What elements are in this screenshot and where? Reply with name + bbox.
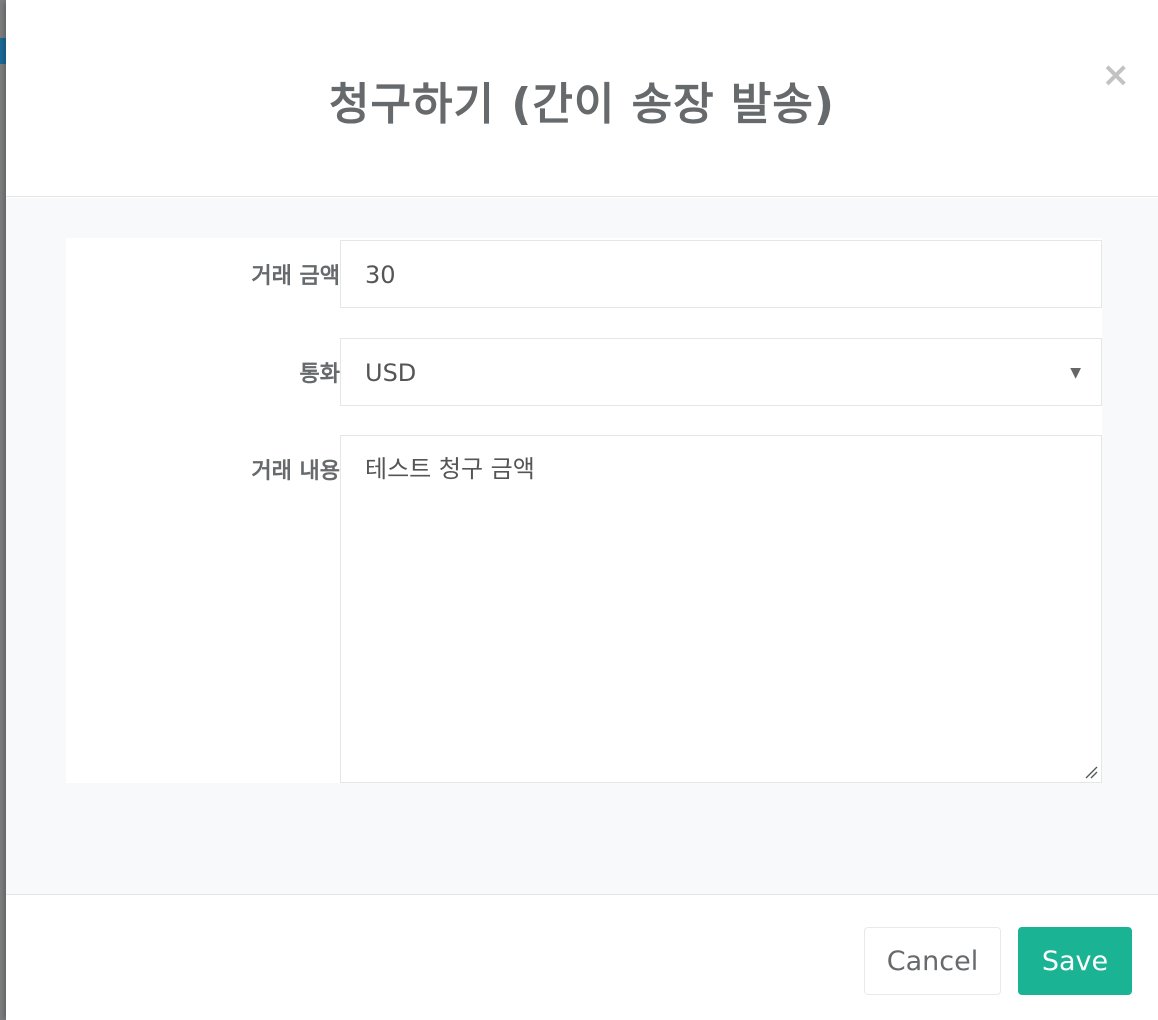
amount-label: 거래 금액 <box>251 264 340 289</box>
description-value: 테스트 청구 금액 <box>365 455 535 483</box>
description-textarea[interactable]: 테스트 청구 금액 <box>340 435 1102 783</box>
chevron-down-icon: ▼ <box>1070 365 1081 381</box>
modal-header: 청구하기 (간이 송장 발송) × <box>6 0 1158 197</box>
save-button[interactable]: Save <box>1018 927 1132 995</box>
resize-handle-icon[interactable] <box>1084 765 1098 779</box>
description-label: 거래 내용 <box>251 459 340 484</box>
modal-body: 거래 금액 30 통화 USD ▼ 거래 내용 테스트 청구 금액 <box>6 198 1158 894</box>
close-icon[interactable]: × <box>1102 58 1131 92</box>
currency-select[interactable]: USD ▼ <box>340 338 1102 406</box>
currency-label: 통화 <box>299 362 340 387</box>
modal-title: 청구하기 (간이 송장 발송) <box>329 79 835 130</box>
currency-value: USD <box>365 359 417 387</box>
modal-footer: Cancel Save <box>6 894 1158 1020</box>
invoice-modal: 청구하기 (간이 송장 발송) × 거래 금액 30 통화 USD ▼ 거래 내… <box>6 0 1158 1020</box>
amount-value: 30 <box>365 261 396 289</box>
cancel-button[interactable]: Cancel <box>864 927 1001 995</box>
invoice-form: 거래 금액 30 통화 USD ▼ 거래 내용 테스트 청구 금액 <box>66 238 1102 783</box>
amount-input[interactable]: 30 <box>340 240 1102 308</box>
